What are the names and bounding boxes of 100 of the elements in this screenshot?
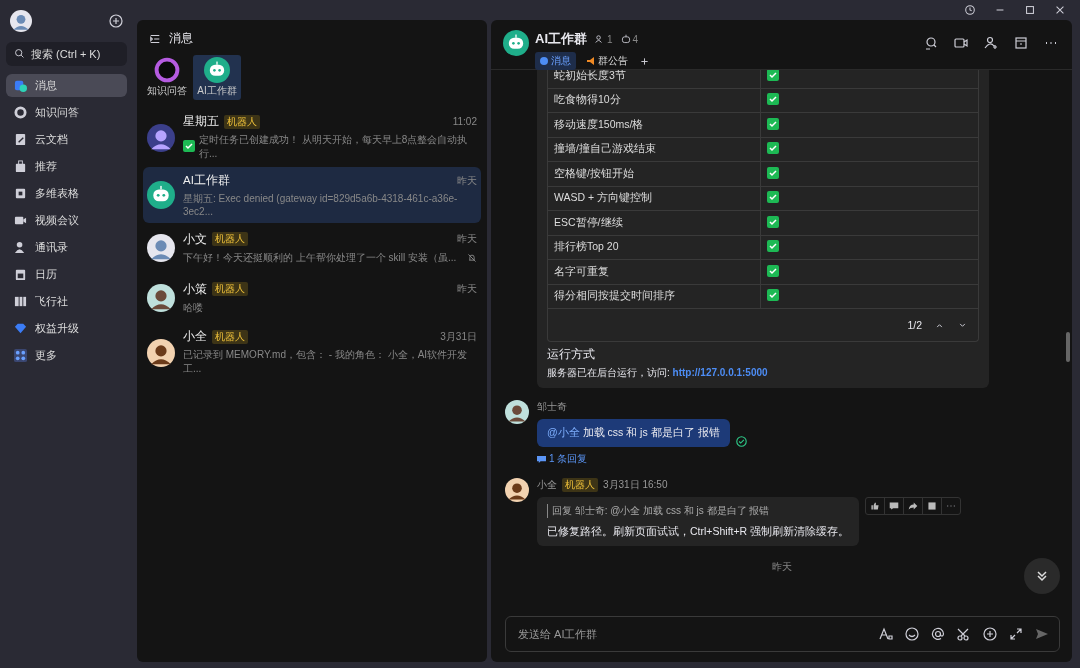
thumbs-up-icon[interactable]: [870, 501, 881, 511]
board-icon[interactable]: [1014, 36, 1028, 50]
ring-icon: [14, 106, 27, 119]
sidebar-item[interactable]: 多维表格: [6, 182, 127, 205]
apps-icon: [14, 349, 27, 362]
bot-tag: 机器人: [212, 282, 248, 296]
chat-tab[interactable]: 群公告: [582, 52, 633, 70]
page-indicator: 1/2: [907, 319, 922, 331]
message-field[interactable]: 发送给 AI工作群: [516, 627, 867, 641]
person-icon: [14, 241, 27, 254]
add-icon[interactable]: [983, 627, 997, 641]
message-time: 昨天: [457, 173, 477, 188]
message-bubble: @小全 加载 css 和 js 都是白了 报错: [537, 419, 730, 447]
expand-icon[interactable]: [1009, 627, 1023, 641]
double-chevron-down-icon: [1035, 569, 1049, 583]
replies-link[interactable]: 1 条回复: [537, 452, 588, 466]
robot-avatar-icon: [204, 57, 230, 83]
send-icon[interactable]: [1035, 627, 1049, 641]
pinned-chat[interactable]: AI工作群: [193, 55, 241, 100]
maximize-icon[interactable]: [1024, 4, 1036, 16]
mention-icon[interactable]: [931, 627, 945, 641]
members-icon: [595, 34, 605, 44]
bag-icon: [14, 160, 27, 173]
conversation-item[interactable]: 小文 机器人 昨天 下午好！今天还挺顺利的 上午帮你处理了一个 skill 安装（虽...: [143, 223, 481, 273]
comment-icon: [537, 454, 546, 464]
sidebar-item[interactable]: 云文档: [6, 128, 127, 151]
sidebar-item[interactable]: 推荐: [6, 155, 127, 178]
message-text: 服务器已在后台运行，访问: http://127.0.0.1:5000: [547, 366, 769, 380]
message-time: 3月31日 16:50: [603, 478, 668, 492]
message-preview: 已记录到 MEMORY.md，包含： - 我的角色： 小全，AI软件开发工...: [183, 348, 469, 376]
sidebar-item[interactable]: 消息: [6, 74, 127, 97]
message-time: 3月31日: [440, 329, 477, 344]
sidebar-item[interactable]: 日历: [6, 263, 127, 286]
date-divider: 昨天: [770, 560, 793, 574]
font-icon[interactable]: [879, 627, 893, 641]
avatar-icon: [147, 123, 175, 152]
contact-name: 小策: [183, 281, 207, 297]
table-cell: WASD + 方向键控制: [547, 186, 761, 211]
conversation-item[interactable]: 小全 机器人 3月31日 已记录到 MEMORY.md，包含： - 我的角色： 小全，AI软件开发工...: [143, 323, 481, 382]
grid-icon: [14, 187, 27, 200]
add-tab-icon[interactable]: [639, 55, 650, 67]
chat-icon: [14, 79, 27, 92]
chat-title: AI工作群: [535, 30, 587, 48]
contact-name: 小文: [183, 231, 207, 247]
sidebar-item[interactable]: 知识问答: [6, 101, 127, 124]
calendar-icon: [14, 268, 27, 281]
contact-name: 星期五: [183, 114, 219, 129]
emoji-icon[interactable]: [905, 627, 919, 641]
conversation-item[interactable]: AI工作群 昨天 星期五: Exec denied (gateway id=829d5a6b-4318-461c-a36e-3ec2...: [143, 167, 481, 223]
table-cell: 空格键/按钮开始: [547, 161, 761, 186]
search-field[interactable]: 搜索 (Ctrl + K): [6, 42, 127, 66]
table-cell: 蛇初始长度3节: [547, 70, 761, 88]
sidebar-item[interactable]: 视频会议: [6, 209, 127, 232]
sidebar-item[interactable]: 飞行社: [6, 290, 127, 313]
avatar-icon: [10, 10, 32, 32]
url-link[interactable]: http://127.0.0.1:5000: [672, 367, 768, 378]
sender-name: 邹士奇: [537, 400, 567, 414]
doc-icon: [14, 133, 27, 146]
add-icon[interactable]: [109, 14, 123, 28]
comment-icon[interactable]: [889, 501, 900, 511]
close-icon[interactable]: [1054, 4, 1066, 16]
table-cell: 移动速度150ms/格: [547, 112, 761, 137]
message-preview: 星期五: Exec denied (gateway id=829d5a6b-4318-461c-a36e-3ec2...: [183, 192, 459, 217]
table-cell: 撞墙/撞自己游戏结束: [547, 137, 761, 162]
message-preview: 定时任务已创建成功！ 从明天开始，每天早上8点整会自动执行...: [199, 133, 469, 161]
search-icon[interactable]: [924, 36, 938, 50]
table-cell: 得分相同按提交时间排序: [547, 284, 761, 309]
member-count: 1: [607, 33, 613, 45]
robot-avatar-icon: [503, 30, 529, 56]
sidebar-item[interactable]: 权益升级: [6, 317, 127, 340]
scroll-down-button[interactable]: [1024, 558, 1060, 594]
forward-icon[interactable]: [908, 501, 919, 511]
conversation-item[interactable]: 小策 机器人 昨天 哈喽: [143, 273, 481, 323]
ring-avatar-icon: [154, 57, 180, 83]
bot-tag: 机器人: [212, 232, 248, 246]
avatar-icon: [147, 234, 175, 262]
pinned-chat[interactable]: 知识问答: [143, 55, 191, 100]
section-heading: 运行方式: [547, 346, 596, 363]
message-time: 昨天: [457, 282, 477, 296]
bot-count: 4: [632, 33, 639, 45]
contact-name: 小全: [183, 329, 207, 344]
add-member-icon[interactable]: [984, 36, 998, 50]
robot-avatar-icon: [147, 181, 175, 209]
sidebar-item[interactable]: 通讯录: [6, 236, 127, 259]
megaphone-icon: [587, 57, 595, 65]
message-text: 已修复路径。刷新页面试试，Ctrl+Shift+R 强制刷新清除缓存。: [547, 525, 850, 539]
diamond-icon: [14, 322, 27, 335]
sidebar-item[interactable]: 更多: [6, 344, 127, 367]
scissors-icon[interactable]: [957, 627, 971, 641]
avatar-icon: [505, 478, 529, 502]
list-icon[interactable]: [149, 32, 161, 45]
chat-tab[interactable]: 消息: [535, 52, 576, 70]
conversation-item[interactable]: 星期五 机器人 11:02 定时任务已创建成功！ 从明天开始，每天早上8点整会自动执行...: [143, 108, 481, 167]
history-icon[interactable]: [964, 4, 976, 16]
message-preview: 下午好！今天还挺顺利的 上午帮你处理了一个 skill 安装（虽...: [183, 250, 458, 265]
video-icon[interactable]: [954, 36, 968, 50]
checkbox-icon: [183, 140, 195, 152]
book-icon: [14, 295, 27, 308]
bot-icon: [620, 34, 631, 44]
contact-name: AI工作群: [183, 173, 230, 188]
